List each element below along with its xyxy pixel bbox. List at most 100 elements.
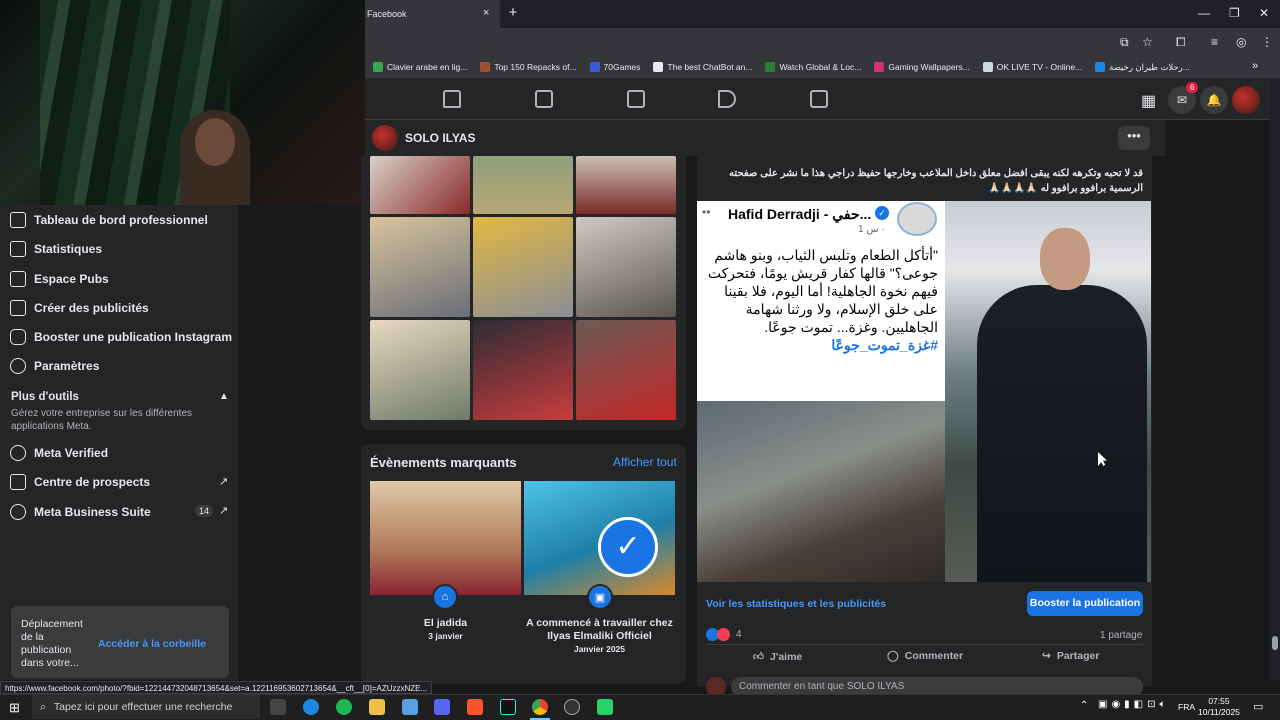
file-explorer-icon[interactable] (369, 699, 385, 715)
like-button[interactable]: 👍︎ J'aime (753, 650, 802, 664)
view-stats-link[interactable]: Voir les statistiques et les publicités (706, 598, 886, 610)
bookmark-item[interactable]: Top 150 Repacks of... (480, 62, 577, 72)
system-tray-icons[interactable]: ▣◉▮◧⊡🔈︎ (1098, 699, 1170, 710)
photo-thumbnail[interactable] (576, 156, 676, 214)
brave-icon[interactable] (467, 699, 483, 715)
chevron-up-icon[interactable]: ▲ (219, 391, 229, 402)
home-icon[interactable] (443, 90, 461, 108)
bookmark-favicon-icon (874, 62, 885, 72)
sidebar-item-professional-dashboard[interactable]: Tableau de bord professionnel (10, 212, 208, 228)
ads-megaphone-icon[interactable] (718, 90, 736, 108)
media-controls-icon[interactable]: ≡ (1211, 35, 1218, 49)
profile-icon[interactable]: ◎ (1236, 35, 1246, 49)
divider (706, 644, 1143, 645)
bookmark-item[interactable]: The best ChatBot an... (653, 62, 752, 72)
account-avatar[interactable] (1232, 86, 1260, 114)
photo-thumbnail[interactable] (370, 217, 470, 317)
install-app-icon[interactable]: ⧉ (1120, 35, 1129, 50)
photos-grid (361, 156, 686, 430)
notification-center-icon[interactable]: ▭ (1253, 700, 1263, 713)
highlight-name: A commencé à travailler chez Ilyas Elmal… (526, 617, 673, 642)
apps-grid-icon[interactable]: ▦ (1141, 91, 1156, 111)
app-icon[interactable] (597, 699, 613, 715)
browser-tab[interactable]: Facebook (365, 0, 500, 28)
flag-icon[interactable] (535, 90, 553, 108)
edit-icon (10, 300, 26, 316)
highlight-date: Janvier 2025 (573, 644, 626, 654)
page-name[interactable]: SOLO ILYAS (405, 131, 475, 145)
tray-chevron-icon[interactable]: ⌃ (1080, 700, 1088, 711)
embedded-author-avatar (897, 202, 937, 236)
page-avatar[interactable] (372, 125, 398, 151)
tiktok-icon[interactable] (500, 699, 516, 715)
sidebar-item-boost-instagram[interactable]: Booster une publication Instagram (10, 329, 232, 345)
extensions-icon[interactable]: ⧠ (1176, 35, 1186, 50)
scrollbar[interactable] (1270, 80, 1280, 680)
more-options-button[interactable]: ••• (1118, 126, 1150, 150)
notifications-bell-icon[interactable]: 🔔 (1200, 86, 1228, 114)
task-view-icon[interactable] (270, 699, 286, 715)
go-to-trash-link[interactable]: Accéder à la corbeille (98, 638, 206, 650)
bookmark-star-icon[interactable]: ☆ (1142, 35, 1153, 49)
insights-icon[interactable] (627, 90, 645, 108)
more-tools-description: Gérez votre entreprise sur les différent… (11, 408, 193, 432)
new-tab-button[interactable]: + (504, 4, 522, 22)
see-all-link[interactable]: Afficher tout (613, 455, 677, 469)
bookmark-favicon-icon (480, 62, 491, 72)
hashtag-link: #غزة_تموت_جوعًا (831, 337, 938, 353)
tab-close-icon[interactable]: × (483, 7, 489, 19)
highlight-image[interactable] (370, 481, 521, 595)
close-window-button[interactable]: ✕ (1259, 6, 1269, 20)
bookmark-item[interactable]: رحلات طيران رخيصة... (1095, 62, 1190, 73)
windows-start-icon[interactable]: ⊞ (9, 700, 20, 716)
photo-thumbnail[interactable] (370, 156, 470, 214)
bookmark-favicon-icon (1095, 62, 1106, 72)
photo-thumbnail[interactable] (576, 217, 676, 317)
taskbar-search[interactable]: ⌕ Tapez ici pour effectuer une recherche (32, 695, 260, 719)
sidebar-item-meta-verified[interactable]: Meta Verified (10, 445, 108, 461)
sidebar-item-leads-center[interactable]: Centre de prospects (10, 474, 150, 490)
photo-thumbnail[interactable] (576, 320, 676, 420)
bookmark-item[interactable]: Watch Global & Loc... (765, 62, 861, 72)
obs-icon[interactable] (564, 699, 580, 715)
instagram-icon (10, 329, 26, 345)
maximize-button[interactable]: ❐ (1229, 6, 1240, 20)
sidebar-item-create-ads[interactable]: Créer des publicités (10, 300, 149, 316)
video-icon[interactable] (810, 90, 828, 108)
minimize-button[interactable]: — (1198, 6, 1210, 20)
sidebar-item-ad-center[interactable]: Espace Pubs (10, 271, 109, 287)
boost-post-button[interactable]: Booster la publication (1027, 591, 1143, 616)
comment-button[interactable]: ◯ Commenter (887, 650, 963, 662)
taskbar-clock[interactable]: 07:55 10/11/2025 (1198, 696, 1240, 718)
scrollbar-thumb[interactable] (1272, 636, 1278, 650)
more-tools-heading: Plus d'outils (11, 391, 79, 403)
sidebar-item-statistics[interactable]: Statistiques (10, 241, 102, 257)
bookmark-favicon-icon (982, 62, 993, 72)
chrome-icon[interactable] (532, 699, 548, 715)
bookmark-item[interactable]: 70Games (589, 62, 640, 72)
photo-thumbnail[interactable] (473, 217, 573, 317)
spotify-icon[interactable] (336, 699, 352, 715)
bookmark-item[interactable]: OK LIVE TV - Online... (982, 62, 1082, 72)
photo-thumbnail[interactable] (473, 156, 573, 214)
reactions-summary[interactable]: 4 (706, 628, 742, 641)
home-icon: ⌂ (432, 584, 458, 610)
share-button[interactable]: ↪ Partager (1042, 650, 1099, 662)
sidebar-item-settings[interactable]: Paramètres (10, 358, 99, 374)
verified-icon (10, 445, 26, 461)
photo-thumbnail[interactable] (473, 320, 573, 420)
menu-dots-icon[interactable]: ⋮ (1261, 35, 1273, 49)
external-link-icon: ↗ (219, 505, 229, 517)
store-icon[interactable] (402, 699, 418, 715)
shares-count[interactable]: 1 partage (1100, 630, 1142, 641)
edge-icon[interactable] (303, 699, 319, 715)
bookmark-item[interactable]: Gaming Wallpapers... (874, 62, 970, 72)
language-indicator[interactable]: FRA (1178, 702, 1195, 712)
bookmarks-overflow-icon[interactable]: » (1252, 60, 1258, 72)
photo-thumbnail[interactable] (370, 320, 470, 420)
embedded-photo-children[interactable] (697, 401, 945, 582)
discord-icon[interactable] (434, 699, 450, 715)
sidebar-item-business-suite[interactable]: Meta Business Suite (10, 504, 151, 520)
checkmark-icon: ✓ (598, 517, 658, 577)
bookmark-item[interactable]: Clavier arabe en lig... (373, 62, 467, 72)
